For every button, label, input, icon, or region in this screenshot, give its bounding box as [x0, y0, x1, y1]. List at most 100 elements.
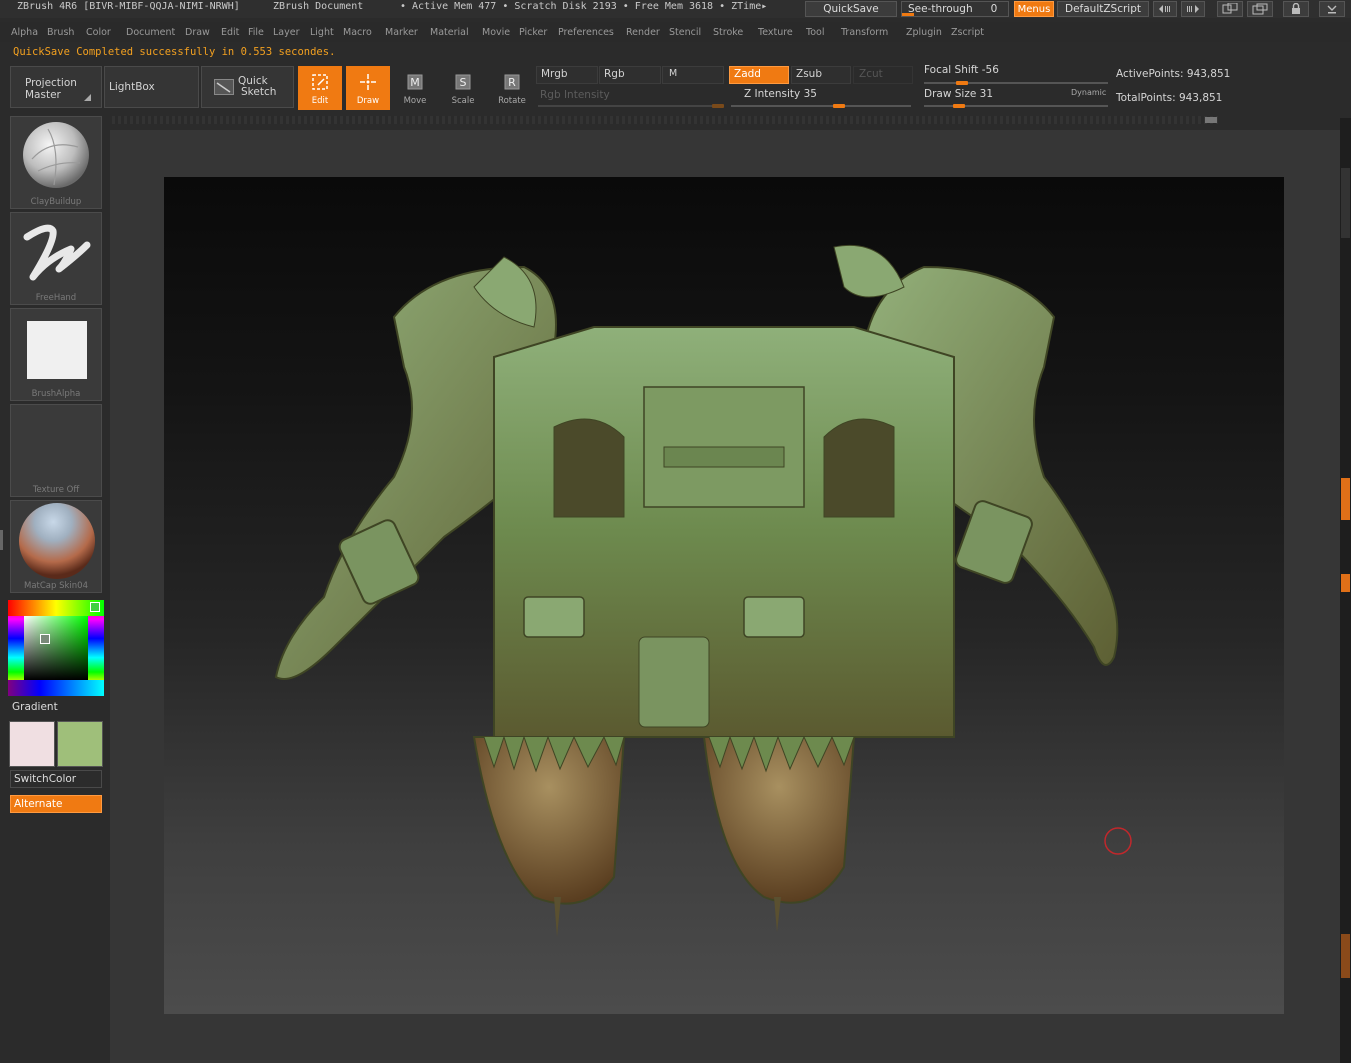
menu-item-macro[interactable]: Macro	[343, 27, 372, 38]
right-shelf-active[interactable]	[1341, 478, 1350, 520]
alpha-preview	[27, 321, 87, 379]
alpha-selector[interactable]: BrushAlpha	[10, 308, 102, 401]
edit-label: Edit	[311, 96, 329, 106]
layout-icon[interactable]	[1217, 1, 1243, 17]
menus-toggle-button[interactable]: Menus	[1014, 1, 1054, 17]
lock-icon[interactable]	[1283, 1, 1309, 17]
rgb-intensity-knob[interactable]	[712, 104, 724, 108]
right-shelf-section[interactable]	[1341, 168, 1350, 238]
menu-item-preferences[interactable]: Preferences	[558, 27, 614, 38]
menu-item-zscript[interactable]: Zscript	[951, 27, 984, 38]
see-through-label: See-through	[908, 3, 973, 15]
quick-sketch-icon	[214, 79, 234, 95]
shelf-scroll-strip[interactable]	[112, 116, 1218, 124]
menu-item-light[interactable]: Light	[310, 27, 334, 38]
menu-item-picker[interactable]: Picker	[519, 27, 547, 38]
menu-item-file[interactable]: File	[248, 27, 264, 38]
gradient-label[interactable]: Gradient	[12, 701, 58, 713]
zsub-button[interactable]: Zsub	[791, 66, 851, 84]
secondary-color-swatch[interactable]	[57, 721, 103, 767]
z-intensity-label: Z Intensity 35	[744, 88, 817, 100]
quicksave-button[interactable]: QuickSave	[805, 1, 897, 17]
see-through-slider[interactable]: See-through 0	[901, 1, 1009, 17]
menu-item-stencil[interactable]: Stencil	[669, 27, 701, 38]
rotate-mode-button[interactable]: R Rotate	[490, 66, 534, 110]
switch-color-button[interactable]: SwitchColor	[10, 770, 102, 788]
alternate-button[interactable]: Alternate	[10, 795, 102, 813]
menu-item-brush[interactable]: Brush	[47, 27, 74, 38]
viewport-canvas[interactable]	[164, 177, 1284, 1014]
alpha-name: BrushAlpha	[31, 389, 81, 399]
color-marker[interactable]	[40, 634, 50, 644]
rgb-intensity-slider[interactable]	[538, 105, 724, 107]
move-label: Move	[403, 96, 427, 106]
quick-sketch-button[interactable]: Quick Sketch	[201, 66, 294, 108]
focal-shift-knob[interactable]	[956, 81, 968, 85]
stroke-selector[interactable]: FreeHand	[10, 212, 102, 305]
right-tray[interactable]	[1340, 118, 1351, 1063]
scroll-left-icon[interactable]	[1153, 1, 1177, 17]
menu-item-texture[interactable]: Texture	[758, 27, 793, 38]
main-color-swatch[interactable]	[9, 721, 55, 767]
menu-item-zplugin[interactable]: Zplugin	[906, 27, 942, 38]
menu-item-material[interactable]: Material	[430, 27, 469, 38]
brush-sphere-icon	[23, 122, 89, 188]
m-button[interactable]: M	[662, 66, 724, 84]
scale-mode-button[interactable]: S Scale	[441, 66, 485, 110]
menu-item-render[interactable]: Render	[626, 27, 660, 38]
svg-text:R: R	[508, 76, 516, 89]
zadd-button[interactable]: Zadd	[729, 66, 789, 84]
hue-marker[interactable]	[90, 602, 100, 612]
dynamic-toggle[interactable]: Dynamic	[1071, 88, 1106, 97]
left-tray-handle[interactable]	[0, 530, 3, 550]
material-name: MatCap Skin04	[24, 581, 88, 591]
rgb-intensity-label: Rgb Intensity	[540, 89, 610, 101]
minimize-icon[interactable]	[1319, 1, 1345, 17]
projection-master-button[interactable]: Projection Master	[10, 66, 102, 108]
rgb-button[interactable]: Rgb	[599, 66, 661, 84]
document-title: ZBrush Document	[273, 1, 364, 12]
brush-selector[interactable]: ClayBuildup	[10, 116, 102, 209]
move-mode-button[interactable]: M Move	[393, 66, 437, 110]
color-picker[interactable]	[8, 600, 104, 696]
draw-icon	[360, 74, 376, 90]
menu-item-stroke[interactable]: Stroke	[713, 27, 743, 38]
lightbox-label: LightBox	[109, 81, 155, 93]
focal-shift-label: Focal Shift -56	[924, 64, 999, 76]
draw-mode-button[interactable]: Draw	[346, 66, 390, 110]
ui-layout-icon[interactable]	[1247, 1, 1273, 17]
draw-size-knob[interactable]	[953, 104, 965, 108]
z-intensity-knob[interactable]	[833, 104, 845, 108]
texture-name: Texture Off	[32, 485, 80, 495]
right-shelf-active-2[interactable]	[1341, 574, 1350, 592]
shelf-scroll-thumb[interactable]	[1205, 117, 1217, 123]
menu-item-edit[interactable]: Edit	[221, 27, 239, 38]
draw-size-slider[interactable]	[924, 105, 1108, 107]
menu-item-draw[interactable]: Draw	[185, 27, 210, 38]
zcut-button[interactable]: Zcut	[853, 66, 913, 84]
corner-arrow-icon	[84, 94, 91, 101]
menu-item-alpha[interactable]: Alpha	[11, 27, 38, 38]
menu-item-document[interactable]: Document	[126, 27, 175, 38]
edit-mode-button[interactable]: Edit	[298, 66, 342, 110]
menu-item-color[interactable]: Color	[86, 27, 111, 38]
hue-ring-bottom[interactable]	[8, 680, 104, 696]
menu-item-layer[interactable]: Layer	[273, 27, 300, 38]
color-picker-square[interactable]	[24, 616, 88, 680]
menu-item-marker[interactable]: Marker	[385, 27, 418, 38]
lightbox-button[interactable]: LightBox	[104, 66, 199, 108]
menu-item-movie[interactable]: Movie	[482, 27, 510, 38]
menu-item-transform[interactable]: Transform	[841, 27, 888, 38]
edit-icon	[312, 74, 328, 90]
default-zscript-button[interactable]: DefaultZScript	[1057, 1, 1149, 17]
scale-label: Scale	[451, 96, 475, 106]
scroll-right-icon[interactable]	[1181, 1, 1205, 17]
right-shelf-scroll[interactable]	[1341, 934, 1350, 978]
focal-shift-slider[interactable]	[924, 82, 1108, 84]
material-selector[interactable]: MatCap Skin04	[10, 500, 102, 593]
z-intensity-slider[interactable]	[731, 105, 911, 107]
menu-item-tool[interactable]: Tool	[806, 27, 824, 38]
mrgb-button[interactable]: Mrgb	[536, 66, 598, 84]
texture-selector[interactable]: Texture Off	[10, 404, 102, 497]
app-title: ZBrush 4R6 [BIVR-MIBF-QQJA-NIMI-NRWH]	[17, 1, 240, 12]
